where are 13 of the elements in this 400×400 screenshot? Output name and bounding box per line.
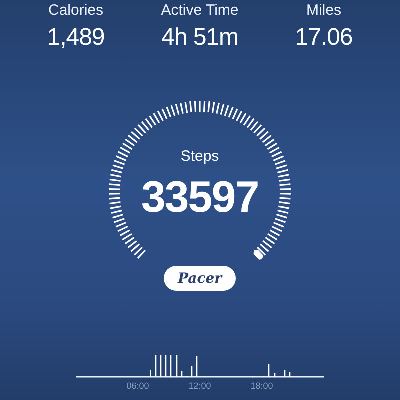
stat-value: 4h 51m	[161, 24, 239, 52]
stat-label: Calories	[48, 2, 104, 19]
gauge-marker-icon	[253, 249, 264, 261]
stat-label: Active Time	[161, 2, 239, 19]
brand-logo: Pacer	[164, 266, 236, 291]
stat-value: 1,489	[47, 24, 105, 52]
stat-label: Miles	[306, 2, 342, 19]
steps-count: 33597	[141, 173, 259, 223]
stat-value: 17.06	[295, 24, 353, 52]
time-axis-label: 06:00	[126, 381, 150, 391]
steps-label: Steps	[180, 148, 220, 165]
time-axis-label: 12:00	[188, 381, 212, 391]
time-axis-label: 18:00	[250, 381, 274, 391]
